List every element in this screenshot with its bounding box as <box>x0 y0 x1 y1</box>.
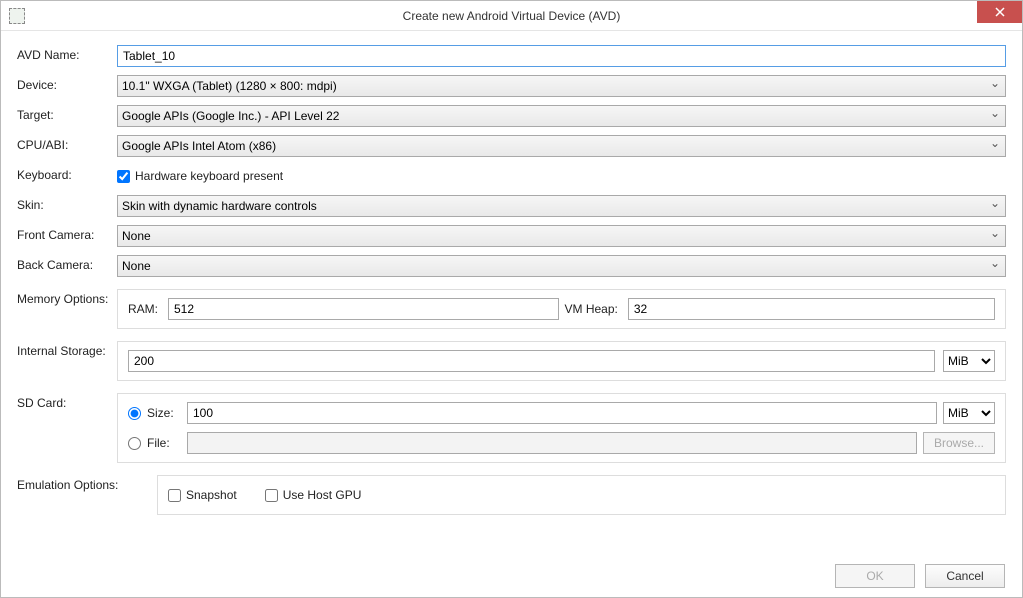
dialog-content: AVD Name: Device: 10.1" WXGA (Tablet) (1… <box>1 31 1022 533</box>
cpu-abi-label: CPU/ABI: <box>17 135 117 152</box>
skin-label: Skin: <box>17 195 117 212</box>
window-title: Create new Android Virtual Device (AVD) <box>1 9 1022 23</box>
avd-name-label: AVD Name: <box>17 45 117 62</box>
keyboard-checkbox[interactable] <box>117 170 130 183</box>
device-label: Device: <box>17 75 117 92</box>
sd-size-label: Size: <box>147 406 177 420</box>
back-camera-label: Back Camera: <box>17 255 117 272</box>
target-dropdown[interactable]: Google APIs (Google Inc.) - API Level 22 <box>117 105 1006 127</box>
internal-storage-group: MiB <box>117 341 1006 381</box>
emulation-options-group: Snapshot Use Host GPU <box>157 475 1006 515</box>
ram-input[interactable] <box>168 298 559 320</box>
internal-storage-input[interactable] <box>128 350 935 372</box>
front-camera-dropdown[interactable]: None <box>117 225 1006 247</box>
cpu-abi-dropdown[interactable]: Google APIs Intel Atom (x86) <box>117 135 1006 157</box>
memory-options-group: RAM: VM Heap: <box>117 289 1006 329</box>
sd-card-label: SD Card: <box>17 393 117 410</box>
avd-name-input[interactable] <box>117 45 1006 67</box>
skin-dropdown[interactable]: Skin with dynamic hardware controls <box>117 195 1006 217</box>
memory-options-label: Memory Options: <box>17 289 117 306</box>
keyboard-checkbox-label: Hardware keyboard present <box>135 169 283 183</box>
app-icon <box>9 8 25 24</box>
cancel-button[interactable]: Cancel <box>925 564 1005 588</box>
vm-heap-input[interactable] <box>628 298 995 320</box>
sd-file-radio[interactable] <box>128 437 141 450</box>
dialog-footer: OK Cancel <box>835 564 1005 588</box>
sd-size-input[interactable] <box>187 402 937 424</box>
ok-button[interactable]: OK <box>835 564 915 588</box>
sd-size-unit-dropdown[interactable]: MiB <box>943 402 995 424</box>
ram-label: RAM: <box>128 302 158 316</box>
sd-size-radio[interactable] <box>128 407 141 420</box>
close-button[interactable] <box>977 1 1022 23</box>
sd-card-group: Size: MiB File: Browse... <box>117 393 1006 463</box>
titlebar: Create new Android Virtual Device (AVD) <box>1 1 1022 31</box>
internal-storage-unit-dropdown[interactable]: MiB <box>943 350 995 372</box>
use-host-gpu-label: Use Host GPU <box>283 488 362 502</box>
vm-heap-label: VM Heap: <box>565 302 618 316</box>
close-icon <box>995 7 1005 17</box>
internal-storage-label: Internal Storage: <box>17 341 117 358</box>
snapshot-label: Snapshot <box>186 488 237 502</box>
keyboard-label: Keyboard: <box>17 165 117 182</box>
back-camera-dropdown[interactable]: None <box>117 255 1006 277</box>
snapshot-checkbox[interactable] <box>168 489 181 502</box>
device-dropdown[interactable]: 10.1" WXGA (Tablet) (1280 × 800: mdpi) <box>117 75 1006 97</box>
sd-file-label: File: <box>147 436 177 450</box>
emulation-options-label: Emulation Options: <box>17 475 157 492</box>
use-host-gpu-checkbox[interactable] <box>265 489 278 502</box>
sd-file-input <box>187 432 917 454</box>
front-camera-label: Front Camera: <box>17 225 117 242</box>
target-label: Target: <box>17 105 117 122</box>
browse-button: Browse... <box>923 432 995 454</box>
